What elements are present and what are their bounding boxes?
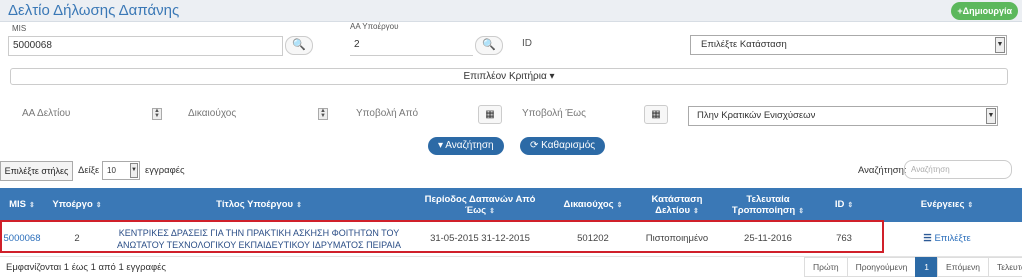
sort-icon: ⇕ bbox=[798, 207, 805, 215]
create-button[interactable]: +Δημιουργία bbox=[951, 2, 1018, 20]
records-label: εγγραφές bbox=[145, 165, 185, 176]
page-title: Δελτίο Δήλωσης Δαπάνης bbox=[8, 2, 180, 19]
search-icon: 🔍 bbox=[482, 39, 496, 51]
column-header-label: MIS bbox=[9, 199, 26, 210]
status-select[interactable]: Επιλέξτε Κατάσταση ▼ bbox=[690, 35, 1007, 55]
submission-to-input[interactable]: Υποβολή Έως bbox=[522, 108, 586, 119]
column-header-beneficiary[interactable]: Δικαιούχος ⇕ bbox=[552, 188, 634, 222]
column-header-label: Τίτλος Υποέργου bbox=[216, 199, 294, 210]
column-header-actions[interactable]: Ενέργειες ⇕ bbox=[872, 188, 1022, 222]
aa-deltiou-input[interactable]: ΑΑ Δελτίου bbox=[22, 108, 70, 119]
aa-input[interactable]: 2 bbox=[350, 36, 473, 56]
more-criteria-toggle[interactable]: Επιπλέον Κριτήρια ▾ bbox=[10, 68, 1008, 85]
chevron-down-icon: ▼ bbox=[130, 163, 138, 178]
title-bar: Δελτίο Δήλωσης Δαπάνης +Δημιουργία bbox=[0, 0, 1022, 22]
column-header-label: Ενέργειες bbox=[920, 199, 965, 210]
column-header-label: Υποέργο bbox=[52, 199, 93, 210]
sort-icon: ⇕ bbox=[616, 202, 623, 209]
sort-icon: ⇕ bbox=[95, 202, 102, 209]
previous-page-button[interactable]: Προηγούμενη bbox=[846, 257, 917, 277]
chevron-down-icon: ▼ bbox=[995, 37, 1005, 53]
mis-input[interactable]: 5000068 bbox=[8, 36, 283, 56]
pagination: Πρώτη Προηγούμενη 1 Επόμενη Τελευταία bbox=[804, 257, 1022, 277]
cell-title: ΚΕΝΤΡΙΚΕΣ ΔΡΑΣΕΙΣ ΓΙΑ ΤΗΝ ΠΡΑΚΤΙΚΗ ΑΣΚΗΣ… bbox=[110, 222, 408, 257]
search-icon: 🔍 bbox=[292, 39, 306, 51]
dikaiouxos-input[interactable]: Δικαιούχος bbox=[188, 108, 236, 119]
sort-icon: ⇕ bbox=[296, 202, 302, 209]
sort-icon: ⇕ bbox=[29, 202, 35, 209]
page-length-select[interactable]: 10 ▼ bbox=[102, 161, 140, 180]
search-button[interactable]: ▾ Αναζήτηση bbox=[428, 137, 504, 155]
cell-period: 31-05-2015 31-12-2015 bbox=[408, 222, 552, 257]
column-header-period[interactable]: Περίοδος Δαπανών Από Έως ⇕ bbox=[408, 188, 552, 222]
submission-from-input[interactable]: Υποβολή Από bbox=[356, 108, 418, 119]
table-info: Εμφανίζονται 1 έως 1 από 1 εγγραφές bbox=[6, 262, 166, 273]
cell-actions: ☰ Επιλέξτε bbox=[872, 222, 1022, 257]
column-header-status[interactable]: Κατάσταση Δελτίου ⇕ bbox=[634, 188, 720, 222]
column-header-label: Περίοδος Δαπανών Από Έως bbox=[424, 193, 536, 216]
cell-title-line: ΑΝΩΤΑΤΟΥ ΤΕΧΝΟΛΟΓΙΚΟΥ ΕΚΠΑΙΔΕΥΤΙΚΟΥ ΙΔΡΥ… bbox=[117, 239, 401, 250]
calendar-icon[interactable]: ▦ bbox=[644, 105, 668, 124]
sort-icon: ⇕ bbox=[967, 202, 974, 209]
mis-label: MIS bbox=[12, 24, 27, 33]
column-header-label: ID bbox=[834, 199, 845, 210]
list-icon: ☰ bbox=[923, 232, 932, 244]
sort-icon: ⇕ bbox=[847, 202, 854, 209]
clear-button[interactable]: ⟳ Καθαρισμός bbox=[520, 137, 606, 155]
next-page-button[interactable]: Επόμενη bbox=[937, 257, 989, 277]
table-search-input[interactable]: Αναζήτηση bbox=[904, 160, 1012, 179]
column-header-label: Τελευταία Τροποποίηση bbox=[731, 193, 796, 216]
cell-status: Πιστοποιημένο bbox=[634, 222, 720, 257]
first-page-button[interactable]: Πρώτη bbox=[804, 257, 848, 277]
results-table: MIS ⇕ Υποέργο ⇕ Τίτλος Υποέργου ⇕ Περίοδος … bbox=[0, 188, 1022, 257]
aa-search-button[interactable]: 🔍 bbox=[475, 36, 503, 55]
column-header-label: Δικαιούχος bbox=[563, 199, 614, 210]
refresh-icon: ⟳ bbox=[530, 140, 542, 151]
calendar-icon[interactable]: ▦ bbox=[478, 105, 502, 124]
page-1-button[interactable]: 1 bbox=[915, 257, 939, 277]
status-select-value: Επιλέξτε Κατάσταση bbox=[701, 39, 787, 50]
cell-id: 763 bbox=[816, 222, 872, 257]
table-header-row: MIS ⇕ Υποέργο ⇕ Τίτλος Υποέργου ⇕ Περίοδος … bbox=[0, 188, 1022, 222]
column-header-title[interactable]: Τίτλος Υποέργου ⇕ bbox=[110, 188, 408, 222]
id-label: ID bbox=[522, 38, 532, 49]
sort-icon: ⇕ bbox=[692, 207, 699, 215]
select-action-button[interactable]: ☰ Επιλέξτε bbox=[923, 233, 970, 244]
state-aid-select[interactable]: Πλην Κρατικών Ενισχύσεων ▼ bbox=[688, 106, 998, 126]
cell-title-line: ΚΕΝΤΡΙΚΕΣ ΔΡΑΣΕΙΣ ΓΙΑ ΤΗΝ ΠΡΑΚΤΙΚΗ ΑΣΚΗΣ… bbox=[118, 227, 400, 238]
select-action-label: Επιλέξτε bbox=[934, 232, 971, 244]
column-header-modified[interactable]: Τελευταία Τροποποίηση ⇕ bbox=[720, 188, 816, 222]
chevron-down-icon: ▼ bbox=[986, 108, 996, 124]
search-button-label: Αναζήτηση bbox=[445, 140, 494, 151]
aa-label: ΑΑ Υποέργου bbox=[350, 22, 399, 31]
cell-beneficiary: 501202 bbox=[552, 222, 634, 257]
last-page-button[interactable]: Τελευταία bbox=[987, 257, 1022, 277]
column-header-mis[interactable]: MIS ⇕ bbox=[0, 188, 44, 222]
show-label: Δείξε bbox=[78, 165, 100, 176]
column-header-subproject[interactable]: Υποέργο ⇕ bbox=[44, 188, 110, 222]
column-header-id[interactable]: ID ⇕ bbox=[816, 188, 872, 222]
cell-mis[interactable]: 5000068 bbox=[0, 222, 44, 257]
sort-icon: ⇕ bbox=[489, 207, 495, 215]
table-row[interactable]: 5000068 2 ΚΕΝΤΡΙΚΕΣ ΔΡΑΣΕΙΣ ΓΙΑ ΤΗΝ ΠΡΑΚ… bbox=[0, 222, 1022, 257]
spinner-icon[interactable]: ▲ ▼ bbox=[152, 108, 162, 120]
clear-button-label: Καθαρισμός bbox=[541, 140, 596, 151]
choose-columns-button[interactable]: Επιλέξτε στήλες bbox=[0, 161, 73, 181]
cell-subproject: 2 bbox=[44, 222, 110, 257]
table-search-label: Αναζήτηση: bbox=[858, 165, 907, 176]
mis-search-button[interactable]: 🔍 bbox=[285, 36, 313, 55]
spinner-icon[interactable]: ▲ ▼ bbox=[318, 108, 328, 120]
state-aid-select-value: Πλην Κρατικών Ενισχύσεων bbox=[697, 110, 816, 121]
cell-modified: 25-11-2016 bbox=[720, 222, 816, 257]
page-length-value: 10 bbox=[107, 166, 116, 175]
